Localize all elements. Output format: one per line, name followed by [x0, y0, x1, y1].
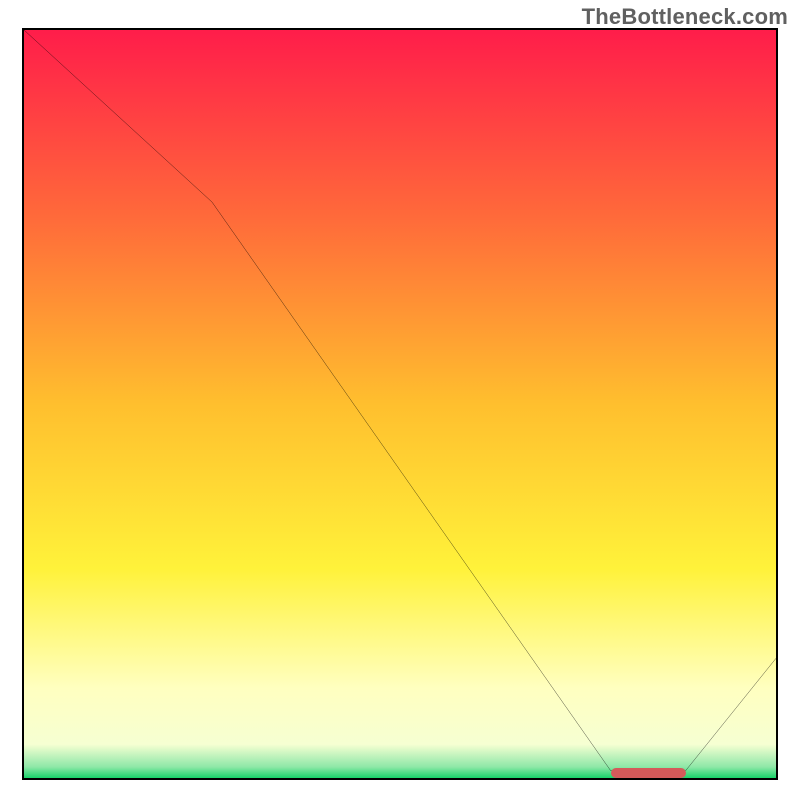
optimal-range-marker [611, 768, 686, 778]
plot-area [22, 28, 778, 780]
watermark-text: TheBottleneck.com [582, 4, 788, 30]
chart-figure: TheBottleneck.com [0, 0, 800, 800]
bottleneck-curve [24, 30, 776, 778]
